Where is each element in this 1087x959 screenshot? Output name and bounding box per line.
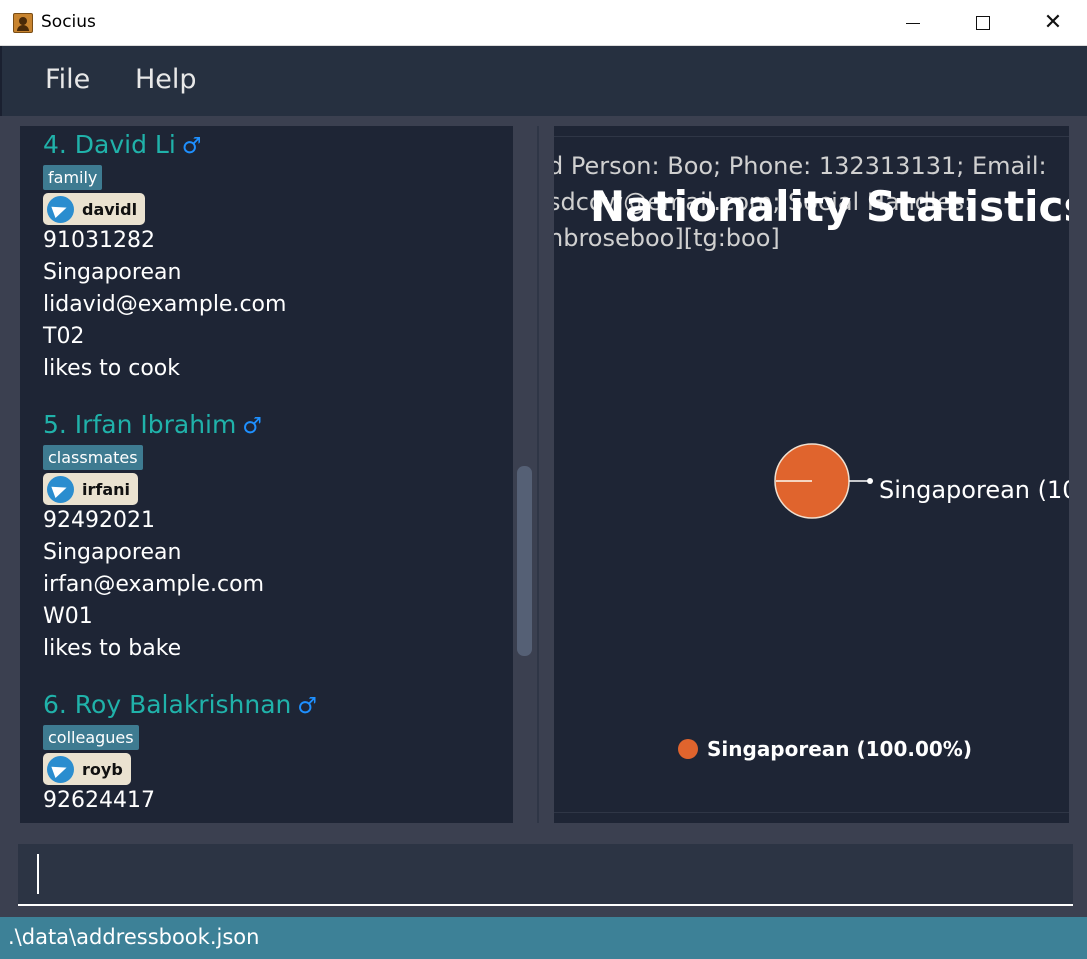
nationality-text: Singaporean [43, 540, 182, 565]
command-area [0, 833, 1087, 917]
male-gender-icon: ♂ [242, 414, 263, 439]
social-handle: davidl [43, 193, 146, 225]
person-card[interactable]: 5. Irfan Ibrahim ♂ classmates irfani 9249… [43, 408, 264, 665]
phone-text: 91031282 [43, 228, 155, 253]
person-name: 4. David Li [43, 130, 176, 159]
tag-badge: colleagues [43, 725, 139, 750]
telegram-icon [47, 755, 74, 783]
remark-text: likes to cook [43, 356, 181, 381]
minimize-button[interactable] [878, 0, 948, 46]
handle-text: irfani [82, 479, 131, 499]
close-button[interactable]: ✕ [1018, 0, 1087, 46]
close-icon: ✕ [1043, 10, 1063, 35]
maximize-icon [976, 16, 990, 30]
stats-panel: d Person: Boo; Phone: 132313131; Email: … [554, 126, 1069, 823]
status-bar: .\data\addressbook.json [0, 917, 1087, 959]
tutorial-text: T02 [43, 324, 85, 349]
pie-label-dot [867, 478, 873, 484]
person-card[interactable]: 4. David Li ♂ family davidl 91031282 Sing… [43, 128, 286, 385]
maximize-button[interactable] [948, 0, 1018, 46]
email-text: lidavid@example.com [43, 292, 287, 317]
file-path-text: .\data\addressbook.json [8, 925, 260, 949]
text-caret [37, 854, 39, 894]
menu-file[interactable]: File [45, 64, 90, 95]
social-handle: irfani [43, 473, 139, 505]
handle-text: royb [82, 759, 123, 779]
legend-label: Singaporean (100.00%) [707, 737, 972, 761]
legend-marker [678, 739, 698, 759]
handle-text: davidl [82, 199, 138, 219]
app-contact-icon [13, 13, 33, 33]
pie-slice-label: Singaporean (10 [879, 476, 1069, 504]
menu-bar: File Help [0, 46, 1087, 116]
remark-text: likes to bake [43, 636, 182, 661]
person-list-panel[interactable]: 4. David Li ♂ family davidl 91031282 Sing… [20, 126, 513, 823]
panel-divider [554, 812, 1069, 813]
person-name: 5. Irfan Ibrahim [43, 410, 237, 439]
command-input[interactable] [18, 844, 1073, 906]
social-handle: royb [43, 753, 131, 785]
list-scrollbar[interactable] [517, 466, 532, 656]
nationality-text: Singaporean [43, 260, 182, 285]
minimize-icon [906, 22, 920, 24]
menu-help[interactable]: Help [135, 64, 197, 95]
tag-badge: family [43, 165, 103, 190]
tutorial-text: W01 [43, 604, 93, 629]
split-divider[interactable] [537, 126, 539, 823]
telegram-icon [47, 195, 74, 223]
pie-chart: Singaporean (10 Singaporean (100.00%) [678, 443, 1069, 761]
tag-badge: classmates [43, 445, 143, 470]
email-text: irfan@example.com [43, 572, 264, 597]
title-bar: Socius ✕ [0, 0, 1087, 46]
male-gender-icon: ♂ [181, 134, 202, 159]
person-card[interactable]: 6. Roy Balakrishnan ♂ colleagues royb 926… [43, 688, 317, 817]
window-title: Socius [41, 12, 96, 32]
phone-text: 92492021 [43, 508, 155, 533]
male-gender-icon: ♂ [297, 694, 318, 719]
phone-text: 92624417 [43, 788, 155, 813]
person-name: 6. Roy Balakrishnan [43, 690, 292, 719]
telegram-icon [47, 475, 74, 503]
